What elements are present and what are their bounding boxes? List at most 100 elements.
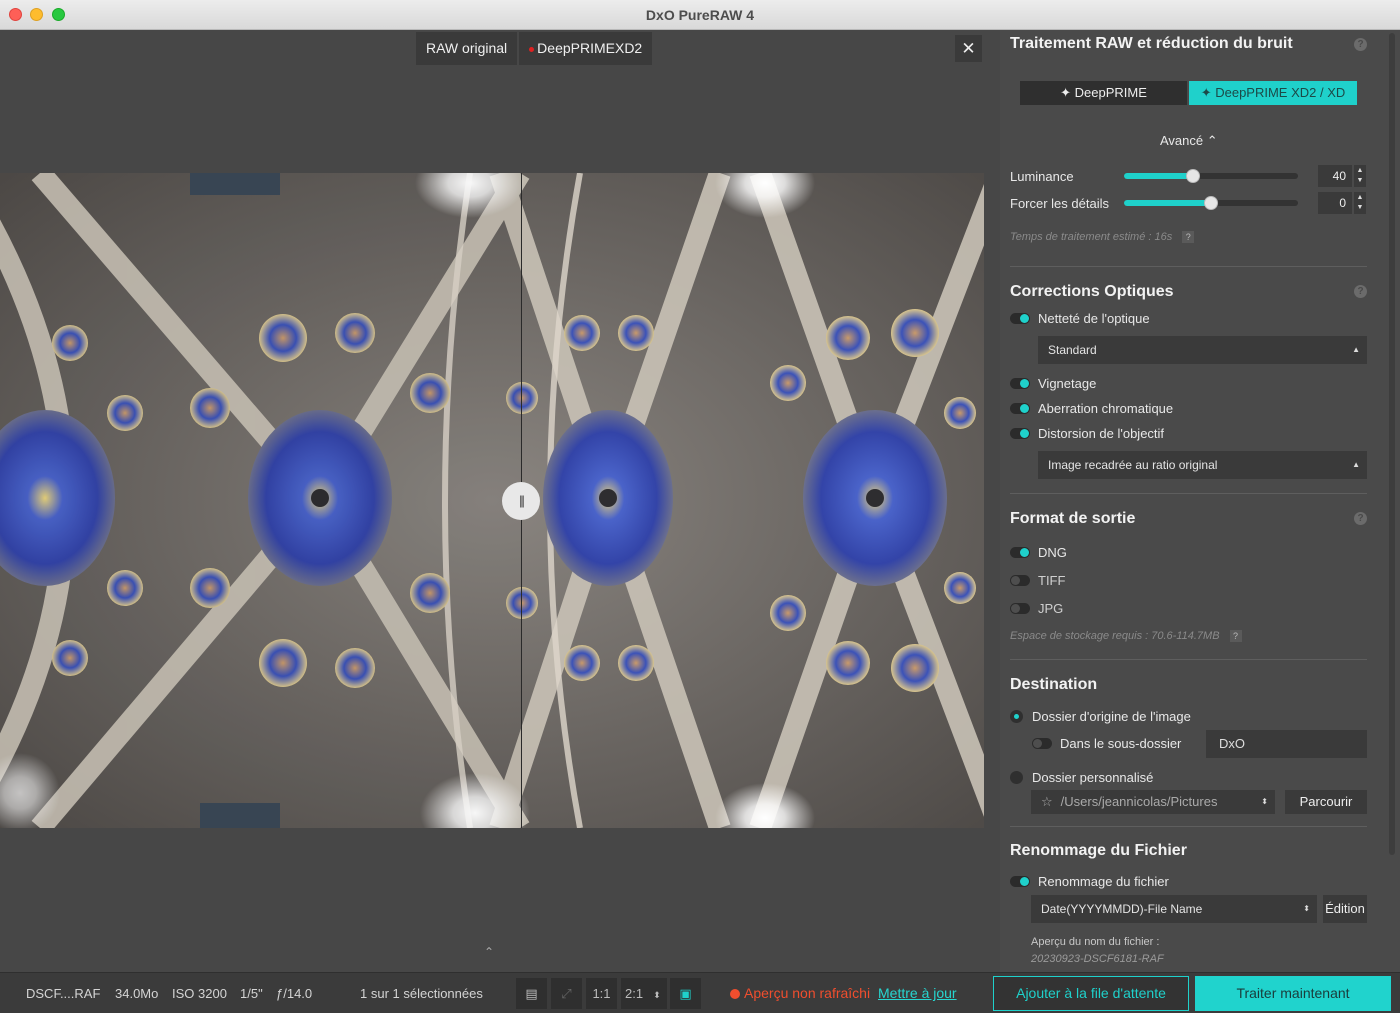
select-arrows-icon: ⬍: [1261, 797, 1268, 806]
details-slider[interactable]: [1124, 196, 1298, 210]
sharpness-select[interactable]: Standard ▲: [1038, 336, 1367, 364]
details-label: Forcer les détails: [1010, 196, 1109, 211]
output-help-icon[interactable]: ?: [1354, 512, 1367, 525]
distortion-select-value: Image recadrée au ratio original: [1048, 458, 1218, 472]
jpg-toggle[interactable]: [1010, 603, 1030, 614]
details-value[interactable]: 0: [1318, 192, 1352, 214]
custom-path-value: /Users/jeannicolas/Pictures: [1060, 794, 1218, 809]
select-arrows-icon: ▲: [1352, 460, 1360, 469]
window-title: DxO PureRAW 4: [645, 7, 755, 23]
add-to-queue-button[interactable]: Ajouter à la file d'attente: [993, 976, 1189, 1011]
file-size: 34.0Mo: [115, 986, 159, 1001]
luminance-stepper[interactable]: ▲ ▼: [1354, 165, 1366, 187]
origin-folder-radio[interactable]: [1010, 710, 1023, 723]
section-divider: [1010, 493, 1367, 494]
tab-raw-original[interactable]: RAW original: [416, 32, 518, 65]
raw-section-title: Traitement RAW et réduction du bruit: [1010, 35, 1293, 52]
photo-preview[interactable]: |||: [0, 173, 984, 828]
deepprime-xd2-mode-button[interactable]: ✦ DeepPRIME XD2 / XD: [1189, 81, 1357, 105]
tab-processed[interactable]: DeepPRIMEXD2: [519, 32, 653, 65]
section-divider: [1010, 266, 1367, 267]
subfolder-label: Dans le sous-dossier: [1060, 736, 1182, 751]
status-bar: DSCF....RAF 34.0Mo ISO 3200 1/5" ƒ/14.0 …: [0, 972, 1400, 1013]
sharpness-select-value: Standard: [1048, 343, 1097, 357]
details-slider-knob[interactable]: [1204, 196, 1218, 210]
browse-button[interactable]: Parcourir: [1285, 790, 1367, 814]
custom-folder-radio[interactable]: [1010, 771, 1023, 784]
section-divider: [1010, 826, 1367, 827]
jpg-label: JPG: [1038, 601, 1064, 616]
zoom-1-1-button[interactable]: 1:1: [586, 978, 617, 1009]
origin-folder-label: Dossier d'origine de l'image: [1032, 709, 1191, 724]
processing-estimate: Temps de traitement estimé : 16s?: [1010, 231, 1195, 243]
chromatic-label: Aberration chromatique: [1038, 401, 1174, 416]
processing-estimate-text: Temps de traitement estimé : 16s: [1010, 231, 1173, 243]
ceiling-photo: [0, 173, 984, 828]
subfolder-input[interactable]: DxO: [1206, 730, 1367, 758]
tiff-toggle[interactable]: [1010, 575, 1030, 586]
zoom-select-value: 2:1: [625, 986, 644, 1001]
tab-processed-label: DeepPRIMEXD2: [537, 40, 643, 56]
file-name: DSCF....RAF: [26, 986, 101, 1001]
storage-estimate-text: Espace de stockage requis : 70.6-114.7MB: [1010, 630, 1220, 642]
storage-help-icon[interactable]: ?: [1229, 630, 1242, 642]
select-arrows-icon: ▲: [1352, 345, 1360, 354]
compare-tabs: RAW original DeepPRIMEXD2: [416, 32, 654, 65]
luminance-slider[interactable]: [1124, 169, 1298, 183]
output-section-title: Format de sortie: [1010, 510, 1136, 527]
subfolder-toggle[interactable]: [1032, 738, 1052, 749]
optics-help-icon[interactable]: ?: [1354, 285, 1367, 298]
rename-preview-label: Aperçu du nom du fichier :: [1031, 936, 1160, 948]
rename-pattern-select[interactable]: Date(YYYYMMDD)-File Name ⬍: [1031, 895, 1317, 923]
distortion-label: Distorsion de l'objectif: [1038, 426, 1165, 441]
filmstrip-expand-icon[interactable]: ⌃: [484, 945, 494, 959]
vignetting-label: Vignetage: [1038, 376, 1097, 391]
fit-screen-icon[interactable]: ⤢: [551, 978, 582, 1009]
dng-label: DNG: [1038, 545, 1067, 560]
panel-scrollbar[interactable]: [1389, 33, 1395, 855]
zoom-select[interactable]: 2:1 ⬍: [621, 978, 667, 1009]
zoom-arrows-icon: ⬍: [653, 990, 661, 1000]
destination-section-title: Destination: [1010, 676, 1098, 693]
sharpness-label: Netteté de l'optique: [1038, 311, 1150, 326]
image-viewer: RAW original DeepPRIMEXD2 ✕ ||| ⌃: [0, 30, 1000, 972]
luminance-slider-knob[interactable]: [1186, 169, 1200, 183]
rename-label: Renommage du fichier: [1038, 874, 1169, 889]
star-icon[interactable]: ☆: [1041, 794, 1053, 809]
luminance-slider-fill: [1124, 173, 1193, 179]
title-bar: DxO PureRAW 4: [0, 0, 1400, 30]
rename-toggle[interactable]: [1010, 876, 1030, 887]
sharpness-toggle[interactable]: [1010, 313, 1030, 324]
process-now-button[interactable]: Traiter maintenant: [1195, 976, 1391, 1011]
shutter-value: 1/5": [240, 986, 263, 1001]
optics-section-title: Corrections Optiques: [1010, 283, 1174, 300]
dng-toggle[interactable]: [1010, 547, 1030, 558]
preview-warning-text: Aperçu non rafraîchi: [744, 985, 871, 1001]
edit-pattern-button[interactable]: Édition: [1323, 895, 1367, 923]
distortion-toggle[interactable]: [1010, 428, 1030, 439]
warning-dot-icon: [730, 989, 740, 999]
chromatic-toggle[interactable]: [1010, 403, 1030, 414]
estimate-help-icon[interactable]: ?: [1182, 231, 1195, 243]
compare-mode-icon[interactable]: ▤: [516, 978, 547, 1009]
split-drag-handle[interactable]: |||: [502, 482, 540, 520]
section-divider: [1010, 659, 1367, 660]
distortion-select[interactable]: Image recadrée au ratio original ▲: [1038, 451, 1367, 479]
details-stepper[interactable]: ▲ ▼: [1354, 192, 1366, 214]
deepprime-mode-button[interactable]: ✦ DeepPRIME: [1020, 81, 1187, 105]
luminance-value[interactable]: 40: [1318, 165, 1352, 187]
selection-count: 1 sur 1 sélectionnées: [360, 986, 483, 1001]
rename-preview-value: 20230923-DSCF6181-RAF: [1031, 953, 1164, 965]
aperture-value: ƒ/14.0: [276, 986, 313, 1001]
image-preview-icon[interactable]: ▣: [670, 978, 701, 1009]
advanced-toggle[interactable]: Avancé ⌃: [1160, 133, 1218, 149]
raw-help-icon[interactable]: ?: [1354, 38, 1367, 51]
custom-path-select[interactable]: ☆ /Users/jeannicolas/Pictures ⬍: [1031, 790, 1275, 814]
preview-warning: Aperçu non rafraîchi: [730, 985, 870, 1001]
luminance-label: Luminance: [1010, 169, 1074, 184]
close-viewer-button[interactable]: ✕: [955, 35, 982, 62]
details-slider-fill: [1124, 200, 1211, 206]
tiff-label: TIFF: [1038, 573, 1066, 588]
update-preview-link[interactable]: Mettre à jour: [878, 985, 957, 1001]
vignetting-toggle[interactable]: [1010, 378, 1030, 389]
